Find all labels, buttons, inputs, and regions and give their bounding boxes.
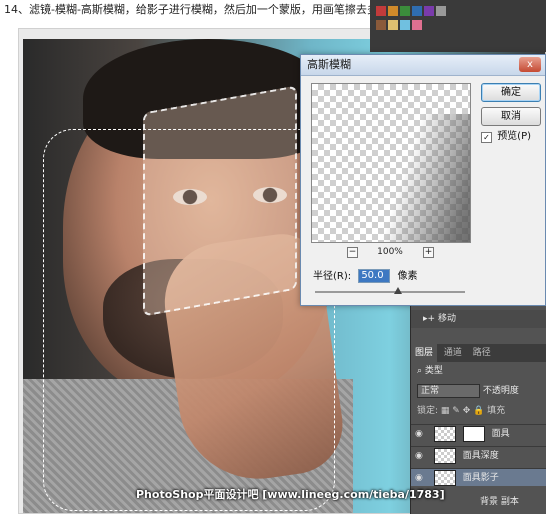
layer-mask-thumbnail[interactable] (462, 425, 485, 442)
swatch[interactable] (388, 20, 398, 30)
radius-input[interactable]: 50.0 (358, 269, 391, 283)
layer-row-selected[interactable]: ◉ 面具影子 (411, 468, 546, 486)
swatch[interactable] (400, 20, 410, 30)
lock-label: 锁定: (417, 406, 439, 416)
zoom-value: 100% (377, 247, 403, 257)
lock-icons[interactable]: ▦ ✎ ✥ 🔒 (441, 406, 484, 416)
tab-channels[interactable]: 通道 (440, 344, 466, 362)
fill-label: 填充 (487, 406, 506, 416)
zoom-controls: − 100% + (311, 245, 469, 259)
lock-row: 锁定: ▦ ✎ ✥ 🔒 填充 (411, 402, 546, 420)
layer-name: 面具 (491, 429, 510, 439)
dialog-titlebar[interactable]: 高斯模糊 x (301, 55, 545, 76)
swatch[interactable] (376, 20, 386, 30)
eye-icon[interactable]: ◉ (415, 425, 425, 443)
tab-layers[interactable]: 图层 (411, 344, 438, 362)
swatch[interactable] (412, 6, 422, 16)
layers-panel: ▸+ 移动 图层 通道 路径 ⌕ 类型 正常 不透明度 锁定: ▦ ✎ ✥ 🔒 … (410, 306, 546, 514)
swatch[interactable] (376, 6, 386, 16)
search-icon: ⌕ (417, 366, 423, 376)
cancel-button[interactable]: 取消 (481, 107, 541, 126)
swatch[interactable] (412, 20, 422, 30)
watermark: PhotoShop平面设计吧 [www.lineeg.com/tieba/178… (136, 488, 445, 501)
history-move-row[interactable]: ▸+ 移动 (411, 310, 546, 328)
blur-preview[interactable] (311, 83, 471, 243)
radius-slider[interactable] (315, 287, 465, 294)
opacity-label: 不透明度 (482, 386, 519, 396)
eye-icon[interactable]: ◉ (415, 447, 425, 465)
radius-row: 半径(R): 50.0 像素 (313, 269, 418, 284)
swatch[interactable] (388, 6, 398, 16)
layer-row[interactable]: ◉ 面具 (411, 424, 546, 442)
layer-row[interactable]: ◉ 面具深度 (411, 446, 546, 464)
layer-name: 面具深度 (462, 451, 499, 461)
swatch[interactable] (436, 6, 446, 16)
tab-paths[interactable]: 路径 (469, 344, 495, 362)
panel-tabs: 图层 通道 路径 (411, 344, 546, 362)
eye-icon[interactable]: ◉ (415, 469, 425, 487)
swatches-panel (370, 0, 546, 52)
kind-filter[interactable]: 类型 (425, 366, 443, 376)
dialog-title: 高斯模糊 (307, 58, 351, 71)
layer-thumbnail (433, 447, 456, 464)
blend-row: 正常 不透明度 (411, 382, 546, 400)
swatch[interactable] (400, 6, 410, 16)
blend-mode-select[interactable]: 正常 (417, 384, 480, 398)
move-tool-icon: ▸+ (423, 314, 436, 324)
layer-thumbnail (433, 425, 456, 442)
background-layer-name: 背景 副本 (480, 497, 519, 507)
layer-name: 面具影子 (462, 473, 499, 483)
ok-button[interactable]: 确定 (481, 83, 541, 102)
layer-filter-row[interactable]: ⌕ 类型 (411, 362, 546, 380)
zoom-in-button[interactable]: + (423, 247, 434, 258)
move-label: 移动 (437, 314, 456, 324)
layer-thumbnail (433, 469, 456, 486)
close-icon[interactable]: x (519, 57, 541, 72)
swatch[interactable] (424, 6, 434, 16)
zoom-out-button[interactable]: − (347, 247, 358, 258)
radius-unit: 像素 (397, 271, 418, 282)
preview-checkbox[interactable]: ✓ (481, 132, 492, 143)
radius-label: 半径(R): (313, 271, 352, 282)
marching-ants-selection[interactable] (43, 129, 335, 511)
preview-blurred-shadow (357, 114, 470, 242)
radius-slider-thumb[interactable] (393, 287, 402, 294)
preview-checkbox-label: 预览(P) (497, 131, 532, 142)
preview-checkbox-row[interactable]: ✓ 预览(P) (481, 131, 531, 143)
gaussian-blur-dialog: 高斯模糊 x − 100% + 确定 取消 ✓ 预览(P) 半径(R): 50.… (300, 54, 546, 306)
